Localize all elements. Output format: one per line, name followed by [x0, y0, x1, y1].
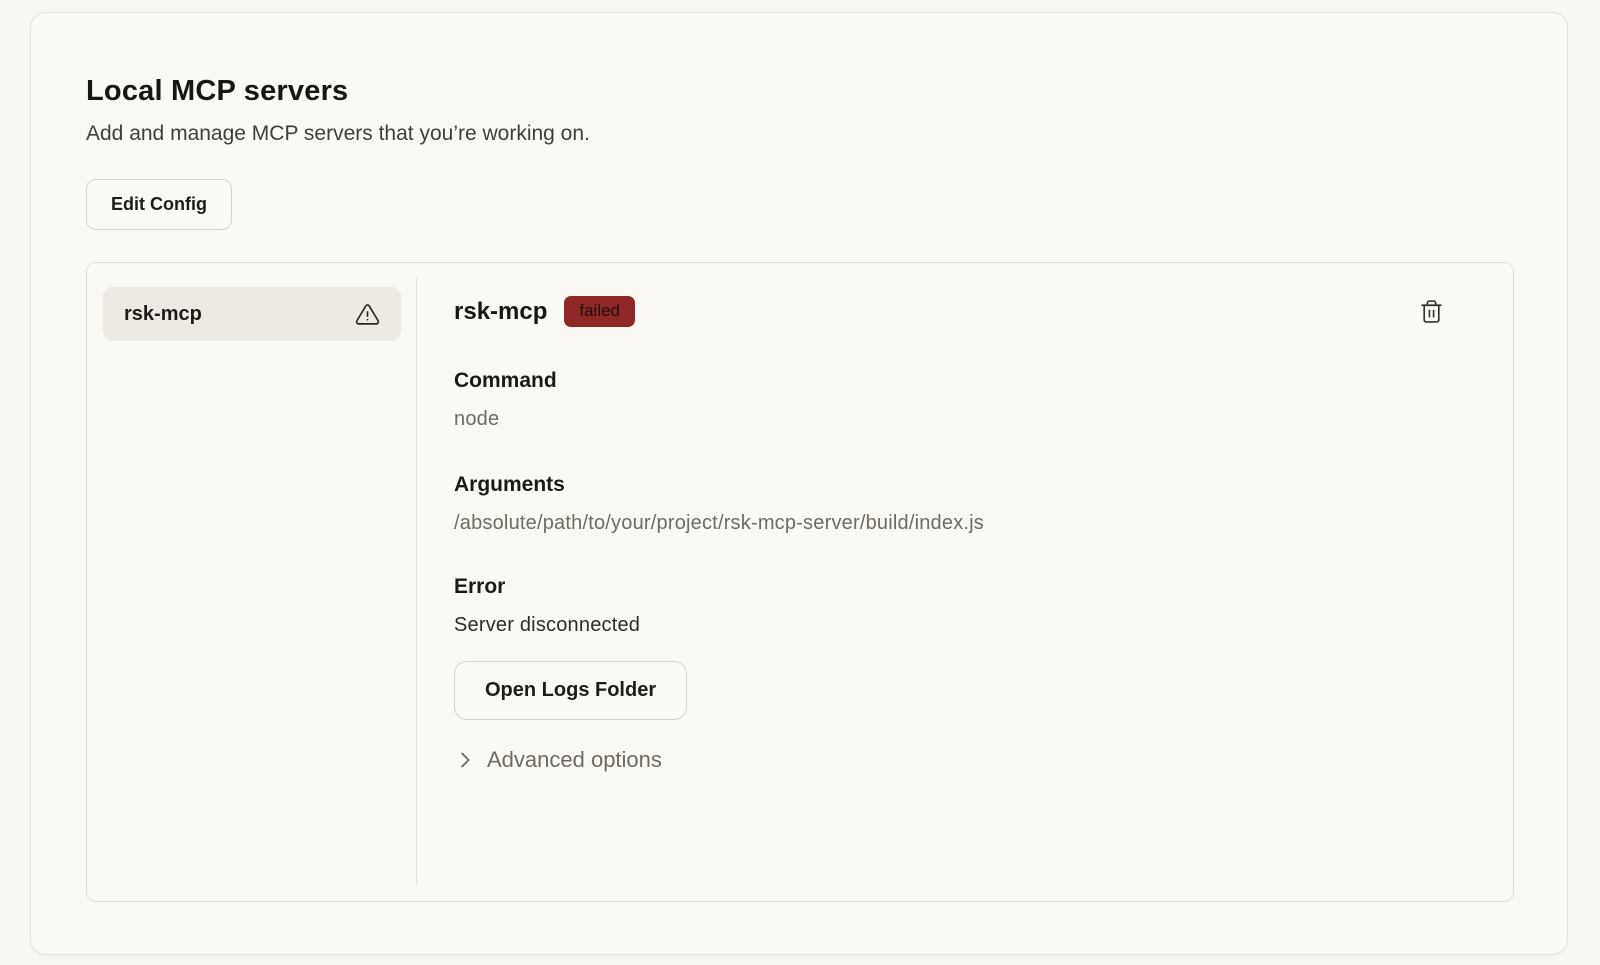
- error-value: Server disconnected: [454, 614, 1473, 637]
- command-section: Command node: [454, 369, 1473, 431]
- arguments-label: Arguments: [454, 473, 1473, 497]
- open-logs-folder-button[interactable]: Open Logs Folder: [454, 661, 687, 720]
- arguments-value: /absolute/path/to/your/project/rsk-mcp-s…: [454, 512, 1473, 535]
- warning-triangle-icon: [355, 302, 380, 327]
- error-section: Error Server disconnected: [454, 575, 1473, 637]
- advanced-options-label: Advanced options: [487, 747, 662, 773]
- settings-card: Local MCP servers Add and manage MCP ser…: [30, 12, 1568, 955]
- chevron-right-icon: [454, 749, 476, 771]
- server-list-item-rsk-mcp[interactable]: rsk-mcp: [103, 287, 401, 341]
- status-badge: failed: [564, 296, 635, 327]
- advanced-options-toggle[interactable]: Advanced options: [454, 747, 662, 773]
- server-panel: rsk-mcp rsk-mcp failed: [86, 262, 1514, 902]
- server-detail-pane: rsk-mcp failed: [417, 263, 1513, 901]
- page-subtitle: Add and manage MCP servers that you’re w…: [86, 122, 1513, 146]
- server-detail-title: rsk-mcp: [454, 298, 547, 326]
- command-value: node: [454, 408, 1473, 431]
- edit-config-button[interactable]: Edit Config: [86, 179, 232, 230]
- server-detail-header: rsk-mcp failed: [454, 296, 1473, 327]
- delete-server-button[interactable]: [1417, 297, 1446, 326]
- server-name-label: rsk-mcp: [124, 303, 202, 326]
- command-label: Command: [454, 369, 1473, 393]
- error-label: Error: [454, 575, 1473, 599]
- server-list-sidebar: rsk-mcp: [87, 263, 416, 901]
- page-title: Local MCP servers: [86, 75, 1513, 108]
- trash-icon: [1419, 299, 1444, 324]
- arguments-section: Arguments /absolute/path/to/your/project…: [454, 473, 1473, 535]
